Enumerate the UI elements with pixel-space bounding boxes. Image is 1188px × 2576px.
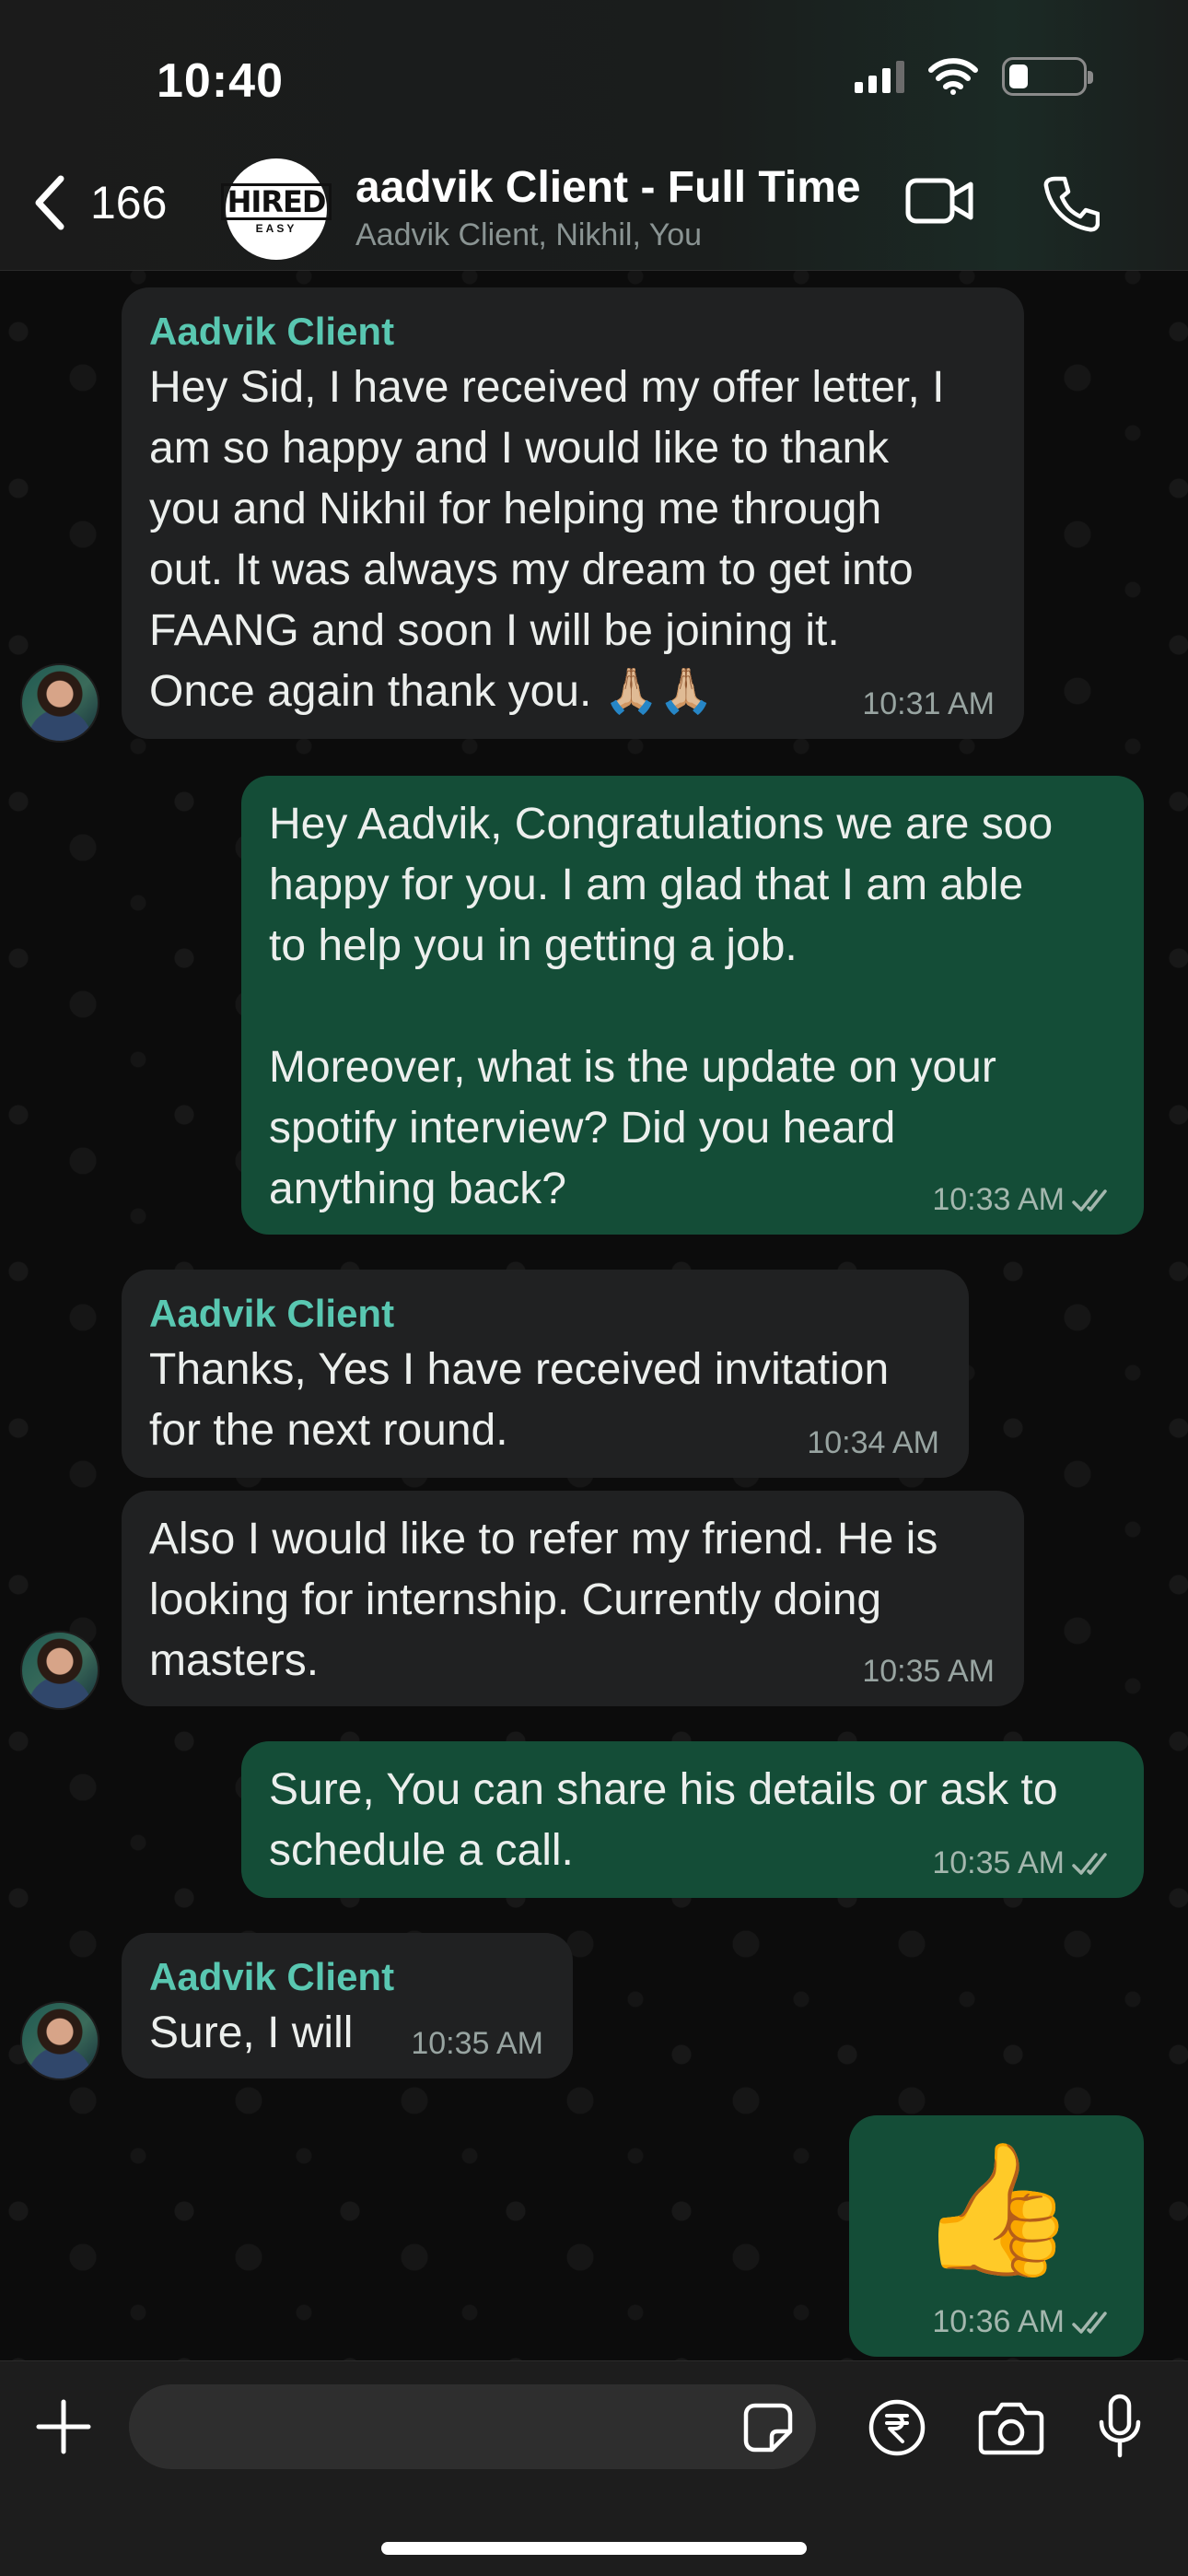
message-sender: Aadvik Client	[149, 1292, 395, 1335]
battery-icon	[1002, 57, 1093, 96]
message-text: Hey Sid, I have received my offer letter…	[149, 363, 945, 716]
message-input[interactable]	[129, 2384, 816, 2469]
group-avatar[interactable]: HIRED EASY	[220, 158, 332, 260]
sticker-icon[interactable]	[742, 2402, 794, 2453]
rupee-payment-icon[interactable]	[868, 2398, 926, 2457]
status-time: 10:40	[157, 54, 284, 108]
message-time: 10:35 AM	[932, 1845, 1065, 1880]
wifi-icon	[928, 58, 978, 95]
phone-icon[interactable]	[1042, 175, 1100, 232]
microphone-icon[interactable]	[1096, 2393, 1144, 2461]
message-time: 10:35 AM	[862, 1654, 995, 1689]
read-receipt-icon	[1072, 1852, 1107, 1875]
home-indicator	[381, 2542, 807, 2555]
message-meta: 10:34 AM	[807, 1425, 939, 1461]
chevron-left-icon	[35, 175, 64, 230]
message-time: 10:35 AM	[411, 2026, 543, 2061]
read-receipt-icon	[1072, 2311, 1107, 2334]
unread-count: 166	[90, 177, 168, 228]
message-bubble[interactable]: Sure, You can share his details or ask t…	[241, 1741, 1144, 1898]
message-sender: Aadvik Client	[149, 1955, 395, 1998]
message-meta: 10:35 AM	[862, 1654, 995, 1690]
message-meta: 10:35 AM	[411, 2026, 543, 2062]
message-bubble[interactable]: Aadvik Client Thanks, Yes I have receive…	[122, 1270, 969, 1478]
message-bubble[interactable]: Also I would like to refer my friend. He…	[122, 1491, 1024, 1706]
read-receipt-icon	[1072, 1188, 1107, 1212]
plus-icon[interactable]	[35, 2398, 92, 2455]
message-meta: 10:31 AM	[862, 686, 995, 722]
message-sender: Aadvik Client	[149, 310, 395, 353]
video-call-icon[interactable]	[904, 175, 976, 227]
message-bubble[interactable]: 👍 10:36 AM	[849, 2115, 1144, 2357]
chat-title[interactable]: aadvik Client - Full Time	[355, 162, 861, 213]
message-bubble[interactable]: Hey Aadvik, Congratulations we are soo h…	[241, 776, 1144, 1235]
group-logo-sub: EASY	[255, 222, 297, 235]
message-bubble[interactable]: Aadvik Client Hey Sid, I have received m…	[122, 287, 1024, 739]
status-icons	[855, 57, 1093, 96]
message-bubble[interactable]: Aadvik Client Sure, I will 10:35 AM	[122, 1933, 573, 2078]
sender-avatar[interactable]	[20, 1631, 99, 1710]
message-time: 10:33 AM	[932, 1182, 1065, 1217]
composer-bar	[0, 2360, 1188, 2576]
message-meta: 10:36 AM	[932, 2304, 1114, 2340]
thumbs-up-emoji: 👍	[915, 2137, 1077, 2281]
cellular-signal-icon	[855, 60, 904, 93]
message-meta: 10:35 AM	[932, 1845, 1114, 1881]
sender-avatar[interactable]	[20, 2001, 99, 2080]
sender-avatar[interactable]	[20, 663, 99, 743]
back-button[interactable]: 166	[31, 173, 167, 232]
message-time: 10:31 AM	[862, 686, 995, 721]
message-time: 10:36 AM	[932, 2304, 1065, 2339]
camera-icon[interactable]	[978, 2400, 1044, 2455]
group-logo: HIRED	[220, 183, 332, 220]
chat-participants: Aadvik Client, Nikhil, You	[355, 217, 703, 252]
message-text: Hey Aadvik, Congratulations we are soo h…	[269, 800, 1054, 1213]
chat-header: 10:40 166 HIRED EASY aadvik Client - Ful…	[0, 0, 1188, 271]
message-time: 10:34 AM	[807, 1425, 939, 1460]
message-meta: 10:33 AM	[932, 1182, 1114, 1218]
